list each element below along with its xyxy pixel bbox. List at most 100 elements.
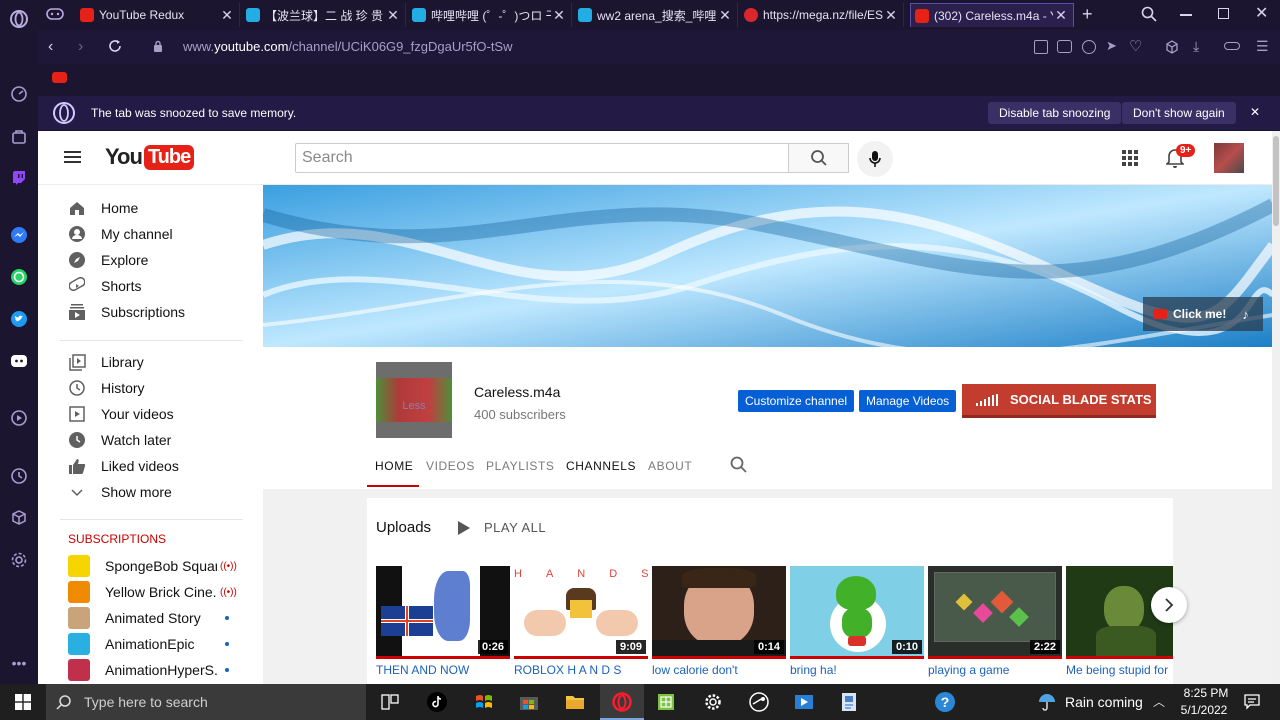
manage-videos-button[interactable]: Manage Videos [859,390,957,412]
close-tab-icon[interactable]: ✕ [1053,7,1069,24]
tab-playlists[interactable]: PLAYLISTS [486,459,555,473]
opera-logo-icon[interactable] [8,8,30,30]
close-snooze-icon[interactable]: ✕ [1250,105,1260,119]
apps-grid-icon[interactable] [1122,150,1138,166]
video-title[interactable]: low calorie don't [652,663,786,677]
dont-show-again-button[interactable]: Don't show again [1122,102,1236,124]
subscription-item[interactable]: Yellow Brick Cine... ((•)) [68,579,258,605]
help-question-icon[interactable]: ? [933,690,957,714]
subscription-item[interactable]: Animated Story [68,605,258,631]
settings-gear-icon[interactable] [8,549,30,571]
windows-xp-app-icon[interactable] [472,690,496,714]
new-tab-icon[interactable]: + [1082,4,1093,25]
restore-icon[interactable] [1218,8,1229,19]
tab-mega[interactable]: https://mega.nz/file/ES ✕ [740,3,904,27]
taskbar-search-box[interactable]: Type here to search [46,684,366,720]
chevron-up-icon[interactable]: ︿ [1153,693,1165,710]
more-dots-icon[interactable]: ••• [8,652,30,674]
back-icon[interactable]: ‹ [48,38,53,56]
easy-setup-icon[interactable]: ☰ [1256,38,1269,55]
voice-search-button[interactable] [857,141,893,177]
video-card[interactable]: 0:26 THEN AND NOW [376,566,510,677]
document-app-icon[interactable] [837,690,861,714]
subscription-item[interactable]: AnimationHyperS... [68,657,258,683]
notification-center-icon[interactable] [1240,690,1264,714]
cube-icon[interactable] [1165,40,1179,54]
store-app-icon[interactable] [517,690,541,714]
shelf-next-button[interactable] [1151,587,1187,623]
tab-bilibili-2[interactable]: 哔哩哔哩 (゜-゜)つロ 干杯 ✕ [408,3,572,27]
close-tab-icon[interactable]: ✕ [219,7,235,24]
gamepad-icon[interactable] [46,7,64,21]
settings-gear-icon[interactable] [701,690,725,714]
sidebar-item-your-videos[interactable]: Your videos [68,401,258,427]
opera-taskbar-button[interactable] [600,684,644,720]
video-card[interactable]: 0:10 bring ha! [790,566,924,677]
discord-icon[interactable] [8,350,30,372]
sidebar-item-shorts[interactable]: Shorts [68,273,258,299]
clock-time[interactable]: 8:25 PM [1180,686,1232,700]
tab-careless-active[interactable]: (302) Careless.m4a - Yo ✕ [910,3,1074,27]
messenger-icon[interactable] [8,224,30,246]
whatsapp-icon[interactable] [8,266,30,288]
clock-date[interactable]: 5/1/2022 [1176,703,1232,717]
video-title[interactable]: ROBLOX H A N D S [514,663,648,677]
search-input[interactable] [295,143,789,173]
scrollbar-thumb[interactable] [1273,136,1279,226]
weather-status[interactable]: Rain coming [1065,694,1143,710]
youtube-logo[interactable]: You Tube [105,144,195,170]
disable-snoozing-button[interactable]: Disable tab snoozing [988,102,1122,124]
tab-home[interactable]: HOME [375,459,413,473]
channel-search-icon[interactable] [730,456,747,473]
forward-icon[interactable]: › [78,38,83,56]
sidebar-item-library[interactable]: Library [68,349,258,375]
video-title[interactable]: playing a game [928,663,1062,677]
history-icon[interactable] [8,465,30,487]
banner-link[interactable]: Click me! ♪ [1143,297,1263,331]
adblock-icon[interactable] [1082,40,1096,54]
sidebar-show-more[interactable]: Show more [68,479,258,505]
search-button[interactable] [789,143,849,173]
close-tab-icon[interactable]: ✕ [551,7,567,24]
tab-videos[interactable]: VIDEOS [426,459,475,473]
close-tab-icon[interactable]: ✕ [717,7,733,24]
sidebar-item-history[interactable]: History [68,375,258,401]
url-field[interactable]: www.youtube.com/channel/UCiK06G9_fzgDgaU… [183,39,513,54]
tab-youtube-redux[interactable]: YouTube Redux ✕ [76,3,240,27]
minimize-icon[interactable] [1180,14,1192,16]
twitter-icon[interactable] [8,308,30,330]
video-title[interactable]: bring ha! [790,663,924,677]
tab-bilibili-1[interactable]: 【波兰球】二 战 珍 贵 录 ✕ [242,3,406,27]
reload-icon[interactable] [108,39,122,53]
video-card[interactable]: 2:22 playing a game [928,566,1062,677]
play-all-button[interactable]: PLAY ALL [458,520,546,535]
lock-icon[interactable] [153,40,163,53]
tiktok-app-icon[interactable] [425,690,449,714]
download-icon[interactable]: ⤓ [1193,38,1199,55]
subscription-item[interactable]: AnimationEpic [68,631,258,657]
subscription-item[interactable]: SpongeBob Squar... ((•)) [68,553,258,579]
bookmark-youtube-icon[interactable] [52,72,67,83]
close-tab-icon[interactable]: ✕ [883,7,899,24]
heart-icon[interactable]: ♡ [1129,37,1142,55]
customize-channel-button[interactable]: Customize channel [738,390,855,412]
extensions-cube-icon[interactable] [8,507,30,529]
video-card[interactable]: 0:14 low calorie don't [652,566,786,677]
sidebar-item-subscriptions[interactable]: Subscriptions [68,299,258,325]
hamburger-menu-icon[interactable] [64,151,81,153]
player-icon[interactable] [8,407,30,429]
sidebar-item-my-channel[interactable]: My channel [68,221,258,247]
tab-search-icon[interactable] [1141,6,1157,22]
social-blade-button[interactable]: SOCIAL BLADE STATS [962,384,1156,418]
video-card[interactable]: HANDS 9:09 ROBLOX H A N D S [514,566,648,677]
media-player-app-icon[interactable] [792,690,816,714]
file-explorer-icon[interactable] [563,690,587,714]
share-icon[interactable] [1034,40,1048,54]
task-view-icon[interactable] [378,690,402,714]
send-icon[interactable]: ➤ [1106,38,1117,54]
tab-bilibili-search[interactable]: ww2 arena_搜索_哔哩哔 ✕ [574,3,738,27]
close-window-icon[interactable]: ✕ [1255,3,1268,23]
account-avatar[interactable] [1214,143,1244,173]
battery-icon[interactable] [1224,42,1240,50]
sidebar-item-explore[interactable]: Explore [68,247,258,273]
